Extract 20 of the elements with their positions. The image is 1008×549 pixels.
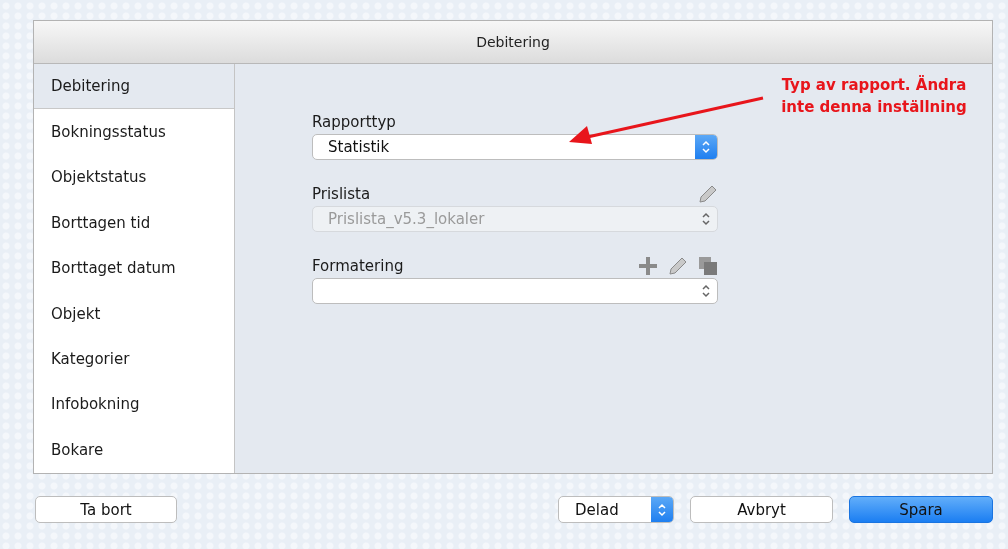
stepper-icon	[657, 502, 667, 517]
sidebar-item[interactable]: Debitering	[34, 64, 234, 110]
cancel-button[interactable]: Avbryt	[690, 496, 833, 523]
pencil-icon[interactable]	[698, 184, 718, 204]
copy-icon[interactable]	[698, 256, 718, 276]
field-label: Formatering	[312, 257, 404, 275]
annotation-text: Typ av rapport. Ändra inte denna inställning	[780, 74, 968, 118]
field-label: Rapporttyp	[312, 113, 396, 131]
stepper-icon	[701, 284, 711, 298]
sharing-dropdown[interactable]: Delad	[558, 496, 674, 523]
select-field[interactable]: Statistik	[312, 134, 718, 160]
window-title: Debitering	[476, 34, 550, 50]
plus-icon[interactable]	[638, 256, 658, 276]
stepper-icon	[701, 140, 711, 154]
delete-button[interactable]: Ta bort	[35, 496, 177, 523]
pencil-icon[interactable]	[668, 256, 688, 276]
stepper-icon	[701, 212, 711, 226]
save-button[interactable]: Spara	[849, 496, 993, 523]
select-field[interactable]	[312, 278, 718, 304]
field-label: Prislista	[312, 185, 371, 203]
